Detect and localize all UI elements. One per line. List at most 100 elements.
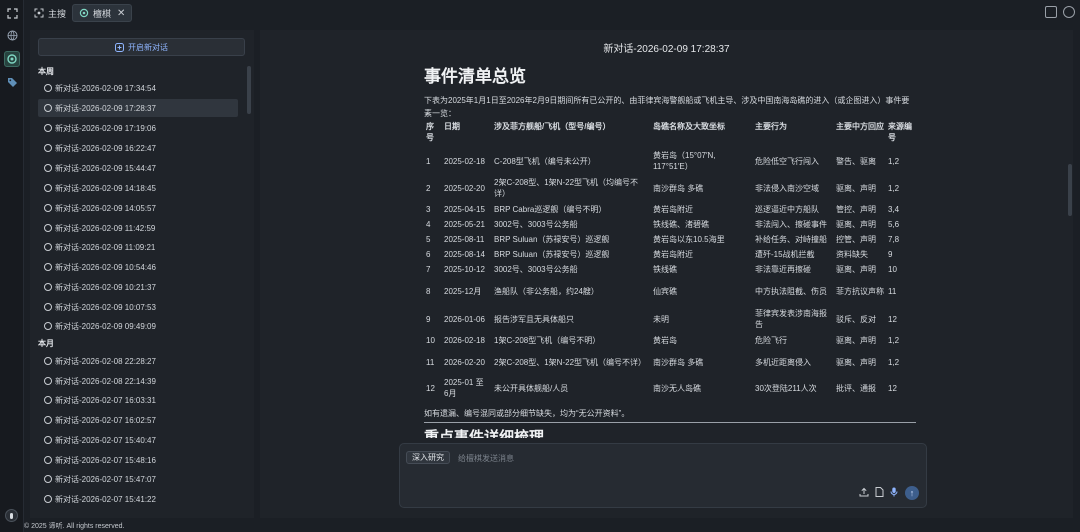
restore-window-icon[interactable] [1045, 6, 1057, 18]
document-icon[interactable] [874, 487, 884, 497]
conversation-item[interactable]: 新对话-2026-02-09 09:49:09 [38, 317, 238, 335]
conversation-item[interactable]: 新对话-2026-02-09 17:19:06 [38, 119, 238, 137]
conversation-item[interactable]: 新对话-2026-02-09 17:34:54 [38, 79, 238, 97]
table-cell: 遭歼-15战机拦截 [755, 250, 815, 259]
table-cell: 黄岩岛以东10.5海里 [653, 235, 725, 244]
table-cell: 仙宾礁 [653, 286, 677, 296]
conversation-item[interactable]: 新对话-2026-02-09 11:42:59 [38, 219, 238, 237]
message-composer[interactable]: 深入研究 给檀棋发送消息 ↑ [399, 443, 927, 508]
conversation-item[interactable]: 新对话-2026-02-09 16:22:47 [38, 139, 238, 157]
conversation-item[interactable]: 新对话-2026-02-07 16:03:31 [38, 391, 238, 409]
table-cell: 1架C-208型飞机（编号不明） [494, 336, 601, 345]
user-avatar-icon[interactable] [5, 509, 18, 522]
tab-main-search[interactable]: 主搜 [28, 4, 72, 22]
chat-bubble-icon [44, 243, 52, 251]
main-scrollbar[interactable] [1068, 164, 1072, 216]
chat-bubble-icon [44, 416, 52, 424]
close-icon[interactable]: ✕ [117, 8, 125, 19]
conversation-item[interactable]: 新对话-2026-02-09 14:05:57 [38, 199, 238, 217]
globe-icon[interactable] [4, 27, 20, 43]
conversation-label: 新对话-2026-02-09 17:28:37 [55, 103, 156, 113]
table-row: 8 2025-12月 渔船队（非公务船，约24艘） 仙宾礁 中方执法阻截、伤员 菲方抗议声… [424, 277, 916, 305]
table-cell: 非法靠近再擦碰 [755, 265, 811, 274]
table-header-cell: 涉及菲方舰船/飞机（型号/编号） [494, 122, 611, 131]
table-cell: 5 [426, 235, 431, 244]
conversation-item[interactable]: 新对话-2026-02-09 15:44:47 [38, 159, 238, 177]
table-cell: C-208型飞机（编号未公开） [494, 156, 596, 166]
conversation-item[interactable]: 新对话-2026-02-07 16:02:57 [38, 411, 238, 429]
conversation-label: 新对话-2026-02-09 16:22:47 [55, 143, 156, 153]
conversation-item-selected[interactable]: 新对话-2026-02-09 17:28:37 [38, 99, 238, 117]
conversation-item[interactable]: 新对话-2026-02-09 14:18:45 [38, 179, 238, 197]
chat-bubble-icon [44, 224, 52, 232]
table-cell: 未明 [653, 314, 669, 324]
table-cell: 3,4 [888, 205, 900, 214]
table-cell: 2架C-208型、1架N-22型飞机（均编号不详） [494, 178, 639, 198]
conversation-item[interactable]: 新对话-2026-02-07 15:48:16 [38, 451, 238, 469]
conversation-item[interactable]: 新对话-2026-02-08 22:28:27 [38, 352, 238, 370]
conversation-item[interactable]: 新对话-2026-02-07 15:47:07 [38, 470, 238, 488]
table-cell: 警告、驱离 [836, 156, 876, 166]
table-cell: 铁线礁、渚碧礁 [653, 220, 709, 229]
table-cell: 菲方抗议声称 [836, 286, 884, 296]
conversation-item[interactable]: 新对话-2026-02-09 10:54:46 [38, 258, 238, 276]
group-title-this-month: 本月 [38, 339, 54, 348]
chat-bubble-icon [44, 184, 52, 192]
table-cell: 3 [426, 205, 431, 214]
chat-bubble-icon [44, 144, 52, 152]
table-cell: BRP Cabra巡逻舰（编号不明） [494, 205, 607, 214]
upload-icon[interactable] [859, 487, 869, 497]
conversation-item[interactable]: 新对话-2026-02-09 10:21:37 [38, 278, 238, 296]
fullscreen-icon[interactable] [4, 5, 20, 21]
new-chat-label: 开启新对话 [128, 42, 168, 52]
table-cell: 多机近距离侵入 [755, 357, 811, 367]
conversation-item[interactable]: 新对话-2026-02-07 15:40:47 [38, 431, 238, 449]
conversation-label: 新对话-2026-02-07 15:41:22 [55, 494, 156, 504]
conversation-item[interactable]: 新对话-2026-02-09 11:09:21 [38, 238, 238, 256]
conversation-item[interactable]: 新对话-2026-02-08 22:14:39 [38, 372, 238, 390]
table-cell: 2025-05-21 [444, 220, 485, 229]
group-title-this-week: 本周 [38, 67, 54, 76]
table-cell: 1,2 [888, 156, 900, 166]
tag-icon[interactable] [4, 74, 20, 90]
tab-label: 檀棋 [93, 8, 112, 19]
section-heading: 重点事件详细梳理 [424, 429, 545, 438]
chat-bubble-icon [44, 84, 52, 92]
table-cell: 驱离、声明 [836, 183, 876, 193]
tab-tanqi[interactable]: 檀棋 ✕ [72, 4, 133, 22]
deep-research-button[interactable]: 深入研究 [406, 451, 450, 464]
new-chat-button[interactable]: 开启新对话 [38, 38, 245, 56]
chat-bubble-icon [44, 377, 52, 385]
chat-bubble-icon [44, 436, 52, 444]
conversation-label: 新对话-2026-02-09 17:19:06 [55, 123, 156, 133]
table-cell: 南沙群岛 多礁 [653, 183, 704, 193]
table-cell: 7 [426, 265, 431, 274]
table-cell: 巡逻逼近中方船队 [755, 205, 819, 214]
conversation-label: 新对话-2026-02-07 15:48:16 [55, 455, 156, 465]
table-cell: 2026-02-20 [444, 357, 485, 367]
table-header-cell: 主要行为 [755, 122, 787, 131]
conversation-label: 新对话-2026-02-08 22:14:39 [55, 376, 156, 386]
chat-bubble-icon [44, 357, 52, 365]
conversation-item[interactable]: 新对话-2026-02-09 10:07:53 [38, 298, 238, 316]
table-row: 11 2026-02-20 2架C-208型、1架N-22型飞机（编号不详） 南沙群岛… [424, 348, 916, 376]
chat-bubble-icon [44, 104, 52, 112]
document-intro: 下表为2025年1月1日至2026年2月9日期间所有已公开的、由菲律宾海警舰船或… [424, 96, 910, 118]
table-cell: 管控、声明 [836, 205, 876, 214]
sidebar-scrollbar[interactable] [247, 66, 251, 114]
table-cell: BRP Suluan（苏禄安号）巡逻舰 [494, 235, 610, 244]
table-cell: 渔船队（非公务船，约24艘） [494, 286, 599, 296]
chat-bubble-icon [44, 475, 52, 483]
table-cell: 黄岩岛（15°07′N, 117°51′E） [653, 151, 716, 171]
new-chat-icon [115, 42, 124, 52]
table-cell: 2025-02-18 [444, 156, 485, 166]
microphone-icon[interactable] [889, 487, 899, 497]
send-button[interactable]: ↑ [905, 486, 919, 500]
conversation-title: 新对话-2026-02-09 17:28:37 [603, 44, 730, 55]
conversation-item[interactable]: 新对话-2026-02-07 15:41:22 [38, 490, 238, 508]
table-cell: 8 [426, 286, 431, 296]
chat-app-icon[interactable] [4, 51, 20, 67]
settings-icon[interactable] [1063, 6, 1075, 18]
message-input[interactable]: 给檀棋发送消息 [458, 453, 514, 464]
chat-main-panel: 新对话-2026-02-09 17:28:37 事件清单总览 下表为2025年1… [260, 30, 1073, 518]
